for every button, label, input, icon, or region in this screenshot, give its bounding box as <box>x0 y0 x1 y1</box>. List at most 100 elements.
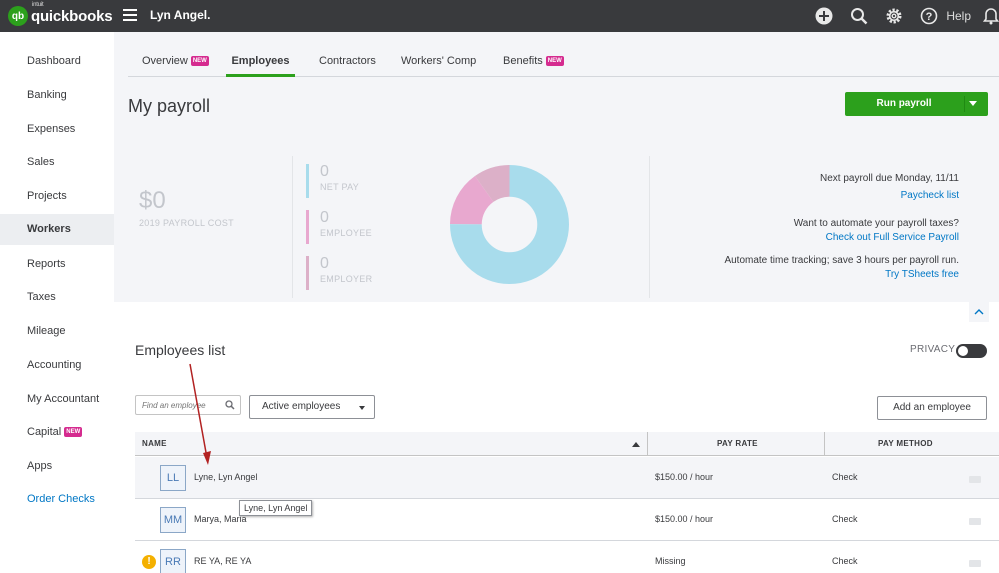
full-service-link[interactable]: Check out Full Service Payroll <box>826 232 959 243</box>
employee-search-input[interactable] <box>142 398 220 412</box>
tab-employees[interactable]: Employees <box>226 45 295 77</box>
sidebar-item-expenses[interactable]: Expenses <box>0 114 114 144</box>
tab-label: Benefits <box>503 55 543 67</box>
payroll-cost-value: $0 <box>139 187 166 214</box>
sidebar-item-apps[interactable]: Apps <box>0 451 114 481</box>
divider <box>292 156 293 298</box>
net-pay-value: 0 <box>320 163 329 180</box>
column-pay-method[interactable]: PAY METHOD <box>878 432 933 456</box>
search-icon[interactable] <box>849 6 869 26</box>
column-name[interactable]: NAME <box>142 432 167 456</box>
tsheets-link[interactable]: Try TSheets free <box>885 269 959 280</box>
avatar: LL <box>160 465 186 491</box>
employee-search[interactable] <box>135 395 241 415</box>
button-divider <box>964 96 965 112</box>
main-content: Overview NEW Employees Contractors Worker… <box>114 32 999 573</box>
net-pay-label: NET PAY <box>320 182 360 192</box>
payroll-cost-label: 2019 PAYROLL COST <box>139 218 234 228</box>
sidebar-item-taxes[interactable]: Taxes <box>0 282 114 312</box>
new-badge: NEW <box>545 56 564 67</box>
tab-workers-comp[interactable]: Workers' Comp <box>401 45 476 77</box>
sidebar-item-reports[interactable]: Reports <box>0 249 114 279</box>
sidebar-item-accounting[interactable]: Accounting <box>0 350 114 380</box>
new-badge: NEW <box>64 427 83 438</box>
employee-name-tooltip: Lyne, Lyn Angel <box>239 500 313 516</box>
pay-rate: $150.00 / hour <box>655 472 714 482</box>
employee-value: 0 <box>320 209 329 226</box>
sidebar-item-projects[interactable]: Projects <box>0 181 114 211</box>
employee-name[interactable]: Lyne, Lyn Angel <box>194 472 257 482</box>
sidebar-item-dashboard[interactable]: Dashboard <box>0 46 114 76</box>
tab-contractors[interactable]: Contractors <box>319 45 376 77</box>
bell-icon[interactable] <box>983 6 999 26</box>
column-divider <box>824 432 825 456</box>
sort-ascending-icon[interactable] <box>632 442 640 447</box>
toggle-knob <box>958 346 968 356</box>
help-label[interactable]: Help <box>946 9 971 23</box>
collapse-button[interactable] <box>969 302 989 322</box>
sidebar-item-banking[interactable]: Banking <box>0 80 114 110</box>
employee-status-filter[interactable]: Active employees <box>249 395 375 419</box>
row-action-icon[interactable] <box>969 560 981 567</box>
table-row[interactable]: ! RR RE YA, RE YA Missing Check <box>135 541 999 573</box>
qb-logo-icon: qb <box>8 6 28 26</box>
page-title: My payroll <box>128 96 211 116</box>
warning-icon[interactable]: ! <box>142 555 156 569</box>
sidebar-item-workers[interactable]: Workers <box>0 214 114 245</box>
chevron-up-icon <box>974 309 984 315</box>
row-action-icon[interactable] <box>969 518 981 525</box>
divider <box>649 156 650 298</box>
add-employee-button[interactable]: Add an employee <box>877 396 987 420</box>
column-divider <box>647 432 648 456</box>
chevron-down-icon[interactable] <box>969 101 977 106</box>
employer-stat: 0 EMPLOYER <box>306 256 372 290</box>
column-pay-rate[interactable]: PAY RATE <box>717 432 758 456</box>
hamburger-menu-icon[interactable] <box>123 9 137 21</box>
automate-taxes-text: Want to automate your payroll taxes? <box>793 218 959 229</box>
payroll-tabs: Overview NEW Employees Contractors Worker… <box>128 45 999 77</box>
avatar: RR <box>160 549 186 573</box>
privacy-label: PRIVACY <box>910 344 956 355</box>
intuit-label: intuit <box>32 1 44 8</box>
sidebar-item-mileage[interactable]: Mileage <box>0 316 114 346</box>
table-header: NAME PAY RATE PAY METHOD <box>135 432 999 456</box>
tab-overview[interactable]: Overview NEW <box>142 45 209 77</box>
payroll-summary: $0 2019 PAYROLL COST 0 NET PAY 0 EMPLOYE… <box>114 156 999 302</box>
gear-icon[interactable] <box>884 6 904 26</box>
employee-label: EMPLOYEE <box>320 228 372 238</box>
payroll-donut-chart <box>450 165 569 284</box>
row-action-icon[interactable] <box>969 476 981 483</box>
pay-method: Check <box>832 514 858 524</box>
chevron-down-icon <box>359 406 365 410</box>
quickbooks-logo[interactable]: qb intuit quickbooks <box>8 2 113 26</box>
search-icon[interactable] <box>225 400 235 410</box>
employer-value: 0 <box>320 255 329 272</box>
pay-rate: Missing <box>655 556 686 566</box>
pay-method: Check <box>832 472 858 482</box>
sidebar-item-capital[interactable]: Capital NEW <box>0 417 114 447</box>
company-name: Lyn Angel. <box>150 8 211 22</box>
employee-stat: 0 EMPLOYEE <box>306 210 372 244</box>
employee-name[interactable]: RE YA, RE YA <box>194 556 251 566</box>
sidebar-item-label: Capital <box>27 426 62 438</box>
quickbooks-label: quickbooks <box>31 7 113 25</box>
pay-rate: $150.00 / hour <box>655 514 714 524</box>
pay-method: Check <box>832 556 858 566</box>
employees-list-title: Employees list <box>135 342 226 358</box>
paycheck-list-link[interactable]: Paycheck list <box>901 190 959 201</box>
svg-text:?: ? <box>926 11 933 23</box>
filter-value: Active employees <box>262 401 341 412</box>
net-pay-stat: 0 NET PAY <box>306 164 359 198</box>
question-circle-icon[interactable]: ? <box>919 6 939 26</box>
table-row[interactable]: LL Lyne, Lyn Angel $150.00 / hour Check <box>135 457 999 499</box>
run-payroll-label: Run payroll <box>876 98 932 109</box>
sidebar-item-sales[interactable]: Sales <box>0 147 114 177</box>
sidebar: Dashboard Banking Expenses Sales Project… <box>0 32 114 573</box>
sidebar-item-order-checks[interactable]: Order Checks <box>0 484 114 514</box>
plus-circle-icon[interactable] <box>814 6 834 26</box>
sidebar-item-my-accountant[interactable]: My Accountant <box>0 384 114 414</box>
tab-benefits[interactable]: Benefits NEW <box>503 45 564 77</box>
privacy-toggle[interactable] <box>956 344 987 358</box>
tab-label: Overview <box>142 55 188 67</box>
run-payroll-button[interactable]: Run payroll <box>845 92 988 116</box>
